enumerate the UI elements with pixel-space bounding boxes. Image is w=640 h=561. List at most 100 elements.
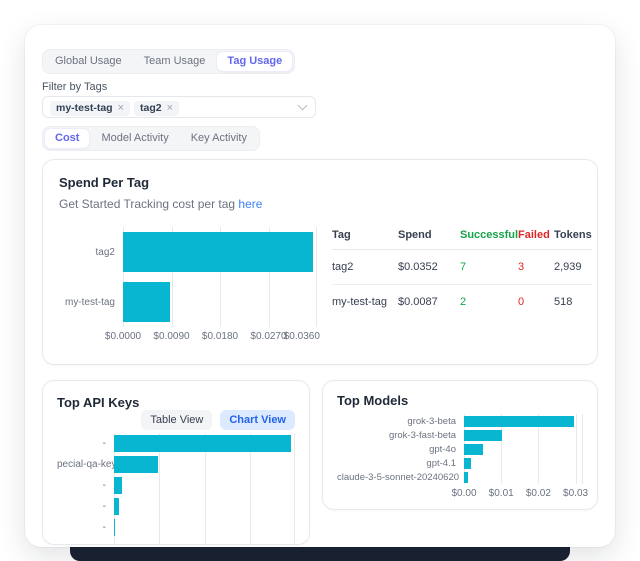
usage-scope-tabs: Global UsageTeam UsageTag Usage xyxy=(42,49,295,74)
chart-bar-gpt-4-1[interactable] xyxy=(464,458,471,469)
chart-bar-item[interactable] xyxy=(114,519,115,536)
table-cell: 2,939 xyxy=(554,261,592,273)
tag-chip-label: my-test-tag xyxy=(56,102,113,115)
chart-bar-track xyxy=(114,475,295,496)
spend-card-subtitle: Get Started Tracking cost per tag here xyxy=(59,197,581,211)
chart-axis-tick: $0.03 xyxy=(563,488,588,499)
chart-row: - xyxy=(57,517,295,538)
chart-axis-tick: $0.0090 xyxy=(153,331,189,342)
chart-bar-item[interactable] xyxy=(114,477,122,494)
chart-bar-track xyxy=(464,428,583,442)
chart-bar-item[interactable] xyxy=(114,435,291,452)
bottom-cards-row: Top API Keys Table ViewChart View -pecia… xyxy=(42,380,598,545)
chart-view-button[interactable]: Chart View xyxy=(220,410,295,430)
chart-plot-area: tag2 my-test-tag xyxy=(59,227,317,327)
chart-bar-track xyxy=(464,442,583,456)
spend-card-title: Spend Per Tag xyxy=(59,175,581,190)
table-cell: 0 xyxy=(518,296,554,308)
chart-bar-track xyxy=(464,414,583,428)
tab-tag-usage[interactable]: Tag Usage xyxy=(217,52,292,71)
chart-x-axis: $0.00$0.01$0.02$0.03 xyxy=(464,484,583,498)
tag-chip-tag2[interactable]: tag2 × xyxy=(134,101,179,116)
chart-bar-claude-3-5-sonnet-20240620[interactable] xyxy=(464,472,468,483)
filter-by-tags-label: Filter by Tags xyxy=(42,81,598,93)
chart-bar-tag2[interactable] xyxy=(123,232,313,272)
background-window-bar xyxy=(70,546,570,561)
view-tabs: CostModel ActivityKey Activity xyxy=(42,126,260,151)
chart-bar-track xyxy=(114,454,295,475)
chart-category-label: claude-3-5-sonnet-20240620 xyxy=(337,472,464,483)
tag-chip-label: tag2 xyxy=(140,102,162,115)
chart-bar-grok-3-fast-beta[interactable] xyxy=(464,430,502,441)
chart-x-axis: $0.0000$0.0090$0.0180$0.0270$0.0360 xyxy=(123,327,317,343)
top-api-keys-title: Top API Keys xyxy=(57,395,295,410)
table-row: my-test-tag$0.008720518 xyxy=(332,285,592,319)
tab-key-activity[interactable]: Key Activity xyxy=(181,129,257,148)
chart-bar-track xyxy=(114,433,295,454)
top-api-keys-card: Top API Keys Table ViewChart View -pecia… xyxy=(42,380,310,545)
chart-axis-tick: $0.02 xyxy=(526,488,551,499)
column-header-successful: Successful xyxy=(460,229,518,241)
chart-category-label: - xyxy=(57,438,114,449)
chart-bar-grok-3-beta[interactable] xyxy=(464,416,574,427)
top-models-chart: grok-3-betagrok-3-fast-betagpt-4o gpt-4.1… xyxy=(337,414,583,498)
tab-model-activity[interactable]: Model Activity xyxy=(91,129,178,148)
spend-per-tag-table: TagSpendSuccessfulFailedTokenstag2$0.035… xyxy=(332,227,592,343)
subtitle-text: Get Started Tracking cost per tag xyxy=(59,197,238,211)
chart-category-label: grok-3-beta xyxy=(337,416,464,427)
chart-row: gpt-4.1 xyxy=(337,456,583,470)
chart-bar-track xyxy=(114,496,295,517)
chart-row: grok-3-fast-beta xyxy=(337,428,583,442)
chart-category-label: - xyxy=(57,522,114,533)
chart-row: my-test-tag xyxy=(59,277,317,327)
table-row: tag2$0.0352732,939 xyxy=(332,250,592,285)
table-cell: $0.0087 xyxy=(398,296,460,308)
chart-row: - xyxy=(57,496,295,517)
table-cell: $0.0352 xyxy=(398,261,460,273)
chart-row: tag2 xyxy=(59,227,317,277)
remove-tag-icon[interactable]: × xyxy=(118,102,124,115)
top-models-card: Top Models grok-3-betagrok-3-fast-betagp… xyxy=(322,380,598,510)
chart-row: - xyxy=(57,475,295,496)
tab-cost[interactable]: Cost xyxy=(45,129,89,148)
top-models-title: Top Models xyxy=(337,393,583,408)
tab-team-usage[interactable]: Team Usage xyxy=(134,52,216,71)
here-link[interactable]: here xyxy=(238,197,262,211)
chart-bar-item[interactable] xyxy=(114,498,119,515)
spend-per-tag-chart: tag2 my-test-tag $0.0000$0.0090$0.0180$0.0… xyxy=(59,227,317,343)
tag-chip-my-test-tag[interactable]: my-test-tag × xyxy=(50,101,130,116)
tag-filter-select[interactable]: my-test-tag × tag2 × xyxy=(42,96,316,118)
chart-bar-my-test-tag[interactable] xyxy=(123,282,170,322)
chart-row: claude-3-5-sonnet-20240620 xyxy=(337,470,583,484)
chart-category-label: gpt-4.1 xyxy=(337,458,464,469)
chart-category-label: - xyxy=(57,501,114,512)
chart-bar-track xyxy=(123,227,317,277)
chart-bar-gpt-4o[interactable] xyxy=(464,444,483,455)
chart-category-label: - xyxy=(57,480,114,491)
column-header-tokens: Tokens xyxy=(554,229,592,241)
chart-axis-tick: $0.0270 xyxy=(250,331,286,342)
chart-category-label: my-test-tag xyxy=(59,297,123,308)
table-cell: tag2 xyxy=(332,261,398,273)
column-header-failed: Failed xyxy=(518,229,554,241)
table-cell: 2 xyxy=(460,296,518,308)
chart-axis-tick: $0.0360 xyxy=(284,331,320,342)
remove-tag-icon[interactable]: × xyxy=(167,102,173,115)
tab-global-usage[interactable]: Global Usage xyxy=(45,52,132,71)
chart-bar-pecial-qa-key[interactable] xyxy=(114,456,158,473)
chart-bar-track xyxy=(123,277,317,327)
column-header-spend: Spend xyxy=(398,229,460,241)
table-view-button[interactable]: Table View xyxy=(141,410,212,430)
chart-bar-track xyxy=(464,456,583,470)
spend-card-body: tag2 my-test-tag $0.0000$0.0090$0.0180$0.0… xyxy=(59,227,581,343)
chart-row: - xyxy=(57,433,295,454)
table-cell: 7 xyxy=(460,261,518,273)
chart-axis-tick: $0.0000 xyxy=(105,331,141,342)
chart-row: grok-3-beta xyxy=(337,414,583,428)
spend-per-tag-card: Spend Per Tag Get Started Tracking cost … xyxy=(42,159,598,365)
chevron-down-icon[interactable] xyxy=(298,101,308,111)
chart-row: gpt-4o xyxy=(337,442,583,456)
chart-bar-track xyxy=(464,470,583,484)
table-header-row: TagSpendSuccessfulFailedTokens xyxy=(332,227,592,250)
usage-dashboard-window: Global UsageTeam UsageTag Usage Filter b… xyxy=(25,25,615,547)
